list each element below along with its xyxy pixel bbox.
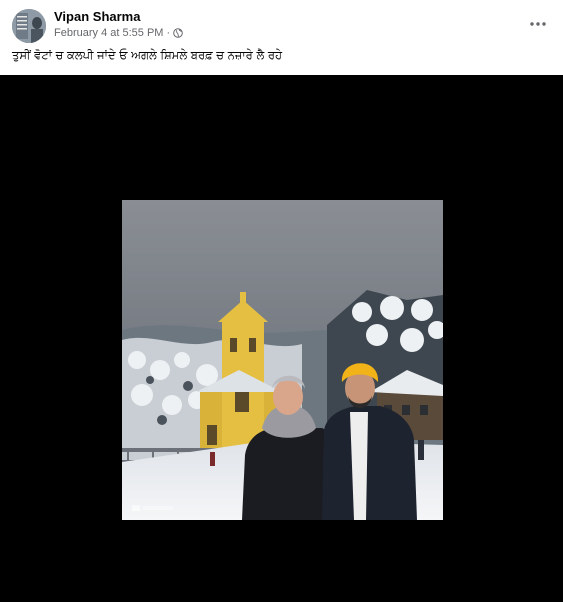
post-meta: February 4 at 5:55 PM · xyxy=(54,27,183,39)
post-caption: ਤੁਸੀਂ ਵੋਟਾਂ ਚ ਕਲਪੀ ਜਾਂਦੇ ਓ ਅਗਲੇ ਸ਼ਿਮਲੇ ਬ… xyxy=(12,48,283,62)
avatar[interactable] xyxy=(12,9,46,43)
post-media[interactable] xyxy=(0,75,563,602)
author-name[interactable]: Vipan Sharma xyxy=(54,9,140,24)
more-options-icon xyxy=(530,22,546,26)
post-photo[interactable] xyxy=(122,200,443,520)
post-header: Vipan Sharma February 4 at 5:55 PM · xyxy=(0,0,563,45)
more-options-button[interactable] xyxy=(522,12,554,36)
avatar-image xyxy=(12,9,46,43)
meta-separator: · xyxy=(166,27,171,39)
globe-icon xyxy=(173,28,183,38)
photo-image xyxy=(122,200,443,520)
post-timestamp[interactable]: February 4 at 5:55 PM xyxy=(54,27,163,39)
